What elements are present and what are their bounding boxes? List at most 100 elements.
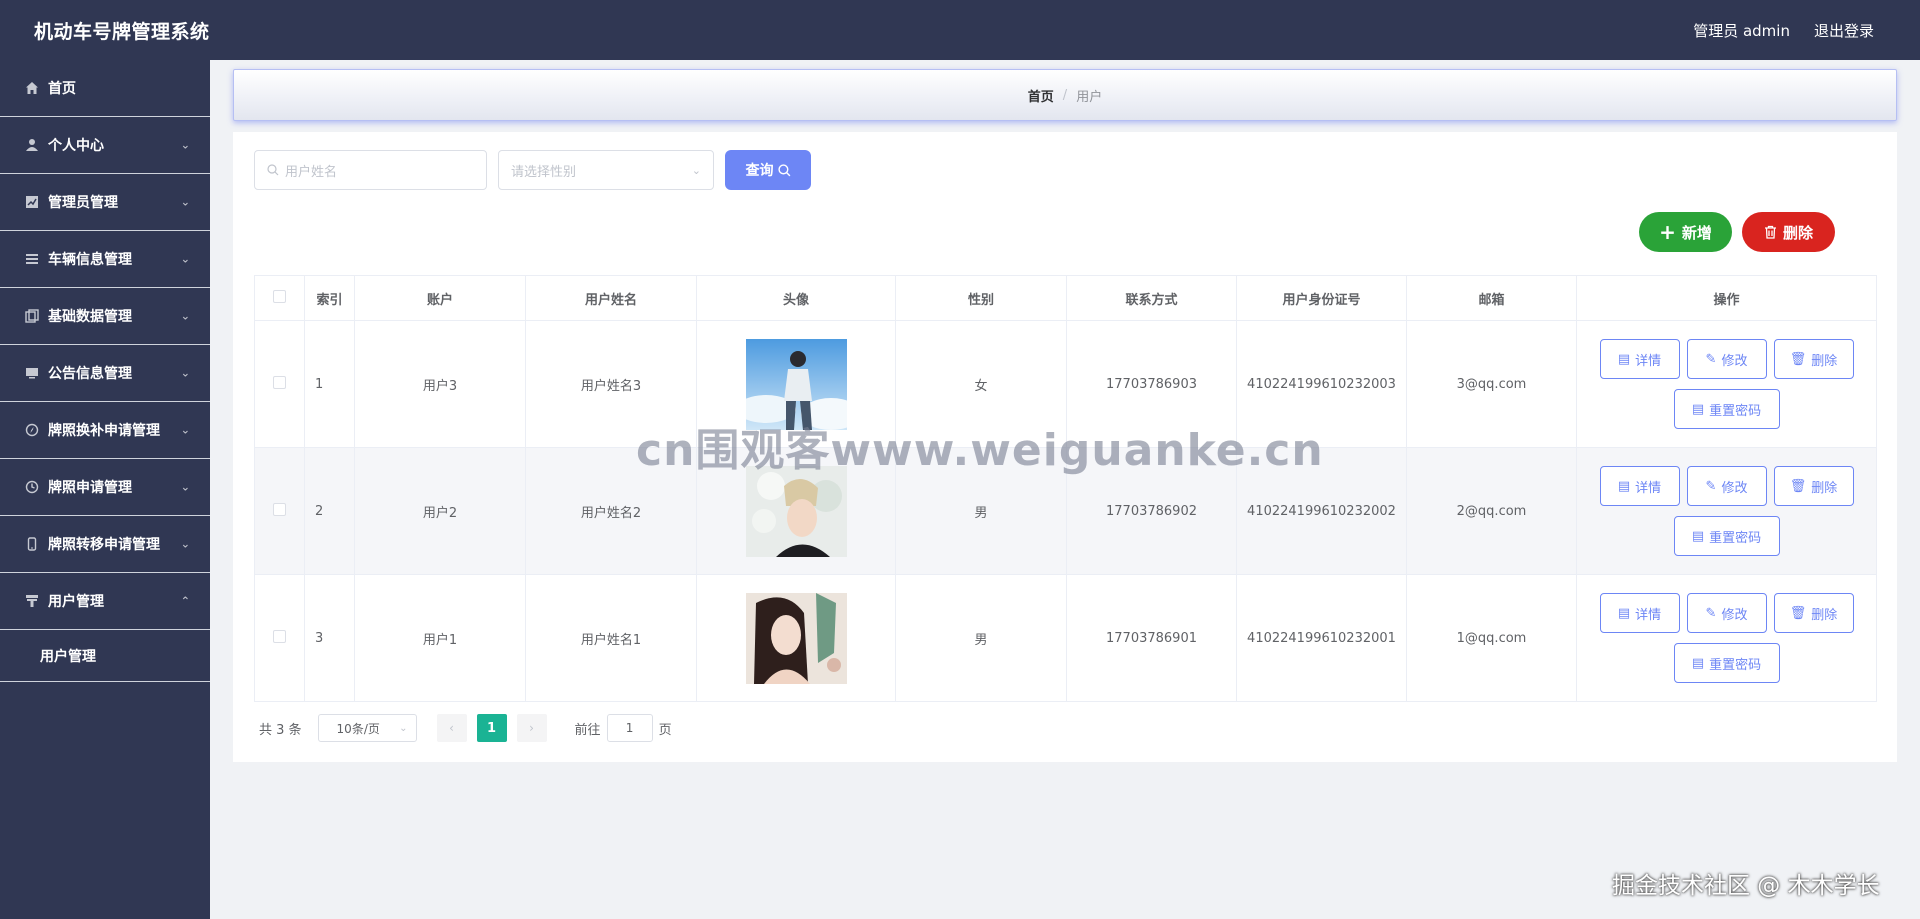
logout-button[interactable]: 退出登录: [1814, 20, 1874, 41]
row-phone: 17703786901: [1066, 574, 1237, 702]
corner-watermark: 掘金技术社区 @ 木木学长: [1612, 873, 1880, 899]
clock-icon: [24, 479, 40, 495]
detail-button[interactable]: ▤ 详情: [1599, 593, 1680, 633]
page-suffix-label: 页: [658, 722, 672, 738]
row-account: 用户2: [354, 447, 526, 575]
top-header: 机动车号牌管理系统 管理员 admin 退出登录: [0, 0, 1920, 60]
column-header: 用户姓名: [525, 275, 697, 321]
header-actions: 管理员 admin 退出登录: [1693, 20, 1874, 41]
reset-label: 重置密码: [1709, 530, 1762, 546]
delete-label: 删除: [1811, 607, 1838, 623]
goto-page-input[interactable]: 1: [606, 714, 653, 742]
next-page-button[interactable]: ›: [516, 714, 547, 742]
avatar[interactable]: [745, 592, 847, 684]
sidebar-item-plate-replace[interactable]: 牌照换补申请管理 ⌄: [0, 402, 210, 459]
reset-password-button[interactable]: ▤ 重置密码: [1673, 516, 1780, 556]
add-button[interactable]: + 新增: [1639, 212, 1732, 252]
chevron-down-icon: ⌄: [180, 309, 190, 323]
row-operations: ▤ 详情 ✎ 修改 🗑 删除 ▤ 重置密码: [1576, 574, 1877, 702]
edit-icon: ✎: [1705, 605, 1717, 621]
document-icon: ▤: [1617, 351, 1631, 367]
detail-button[interactable]: ▤ 详情: [1599, 339, 1680, 379]
page-size-select[interactable]: 10条/页 ⌄: [317, 714, 417, 742]
sidebar-item-users[interactable]: 用户管理 ⌃: [0, 573, 210, 630]
sidebar-item-plate-transfer[interactable]: 牌照转移申请管理 ⌄: [0, 516, 210, 573]
delete-button-label: 删除: [1782, 223, 1813, 242]
sidebar-item-home[interactable]: 首页: [0, 60, 210, 117]
breadcrumb-home[interactable]: 首页: [1028, 86, 1054, 105]
edit-button[interactable]: ✎ 修改: [1686, 339, 1767, 379]
delete-button[interactable]: 🗑 删除: [1773, 466, 1854, 506]
edit-button[interactable]: ✎ 修改: [1686, 593, 1767, 633]
reset-password-button[interactable]: ▤ 重置密码: [1673, 643, 1780, 683]
admin-user-label[interactable]: 管理员 admin: [1693, 20, 1790, 41]
prev-page-button[interactable]: ‹: [436, 714, 467, 742]
row-checkbox[interactable]: [254, 447, 305, 575]
row-account: 用户1: [354, 574, 526, 702]
user-table: 索引 账户 用户姓名 头像 性别 联系方式 用户身份证号 邮箱 操作 1 用户3…: [254, 275, 1877, 702]
document-icon: ▤: [1691, 655, 1705, 671]
page-number-button[interactable]: 1: [476, 714, 507, 742]
select-all-checkbox[interactable]: [254, 275, 305, 321]
chevron-down-icon: ⌄: [399, 722, 408, 734]
edit-icon: ✎: [1705, 478, 1717, 494]
sidebar-subitem-user-management[interactable]: 用户管理: [0, 630, 210, 682]
row-index: 2: [304, 447, 355, 575]
detail-button[interactable]: ▤ 详情: [1599, 466, 1680, 506]
sidebar-item-label: 管理员管理: [48, 195, 118, 211]
table-header-row: 索引 账户 用户姓名 头像 性别 联系方式 用户身份证号 邮箱 操作: [254, 275, 1877, 321]
sidebar-item-label: 牌照换补申请管理: [48, 423, 160, 439]
detail-label: 详情: [1635, 480, 1662, 496]
table-row: 3 用户1 用户姓名1 男 17703786901 41022419961023…: [254, 574, 1877, 702]
row-index: 3: [304, 574, 355, 702]
goto-label: 前往: [574, 722, 601, 738]
column-header: 头像: [696, 275, 896, 321]
delete-label: 删除: [1811, 353, 1838, 369]
batch-delete-button[interactable]: 删除: [1742, 212, 1835, 252]
chevron-right-icon: ›: [529, 721, 534, 735]
sidebar-item-admin[interactable]: 管理员管理 ⌄: [0, 174, 210, 231]
pagination-total: 共 3 条: [259, 722, 302, 738]
phone-icon: [24, 536, 40, 552]
delete-label: 删除: [1811, 480, 1838, 496]
search-icon: [267, 164, 279, 176]
sex-select[interactable]: 请选择性别 ⌄: [498, 150, 714, 190]
trash-icon: 🗑: [1789, 351, 1807, 367]
sidebar-item-label: 牌照申请管理: [48, 480, 132, 496]
home-icon: [24, 80, 40, 96]
pagination: 共 3 条 10条/页 ⌄ ‹ 1 › 前往 1 页: [259, 714, 672, 742]
document-icon: ▤: [1691, 401, 1705, 417]
sidebar-item-notice[interactable]: 公告信息管理 ⌄: [0, 345, 210, 402]
list-icon: [24, 251, 40, 267]
sidebar-item-personal-center[interactable]: 个人中心 ⌄: [0, 117, 210, 174]
compass-icon: [24, 422, 40, 438]
column-header: 账户: [354, 275, 526, 321]
breadcrumb: 首页 / 用户: [233, 69, 1897, 121]
sidebar-item-label: 首页: [48, 81, 76, 97]
search-name-input[interactable]: 用户姓名: [254, 150, 487, 190]
chart-icon: [24, 194, 40, 210]
sidebar-item-plate-apply[interactable]: 牌照申请管理 ⌄: [0, 459, 210, 516]
reset-label: 重置密码: [1709, 403, 1762, 419]
row-email: 2@qq.com: [1406, 447, 1577, 575]
stamp-icon: [24, 593, 40, 609]
detail-label: 详情: [1635, 607, 1662, 623]
avatar[interactable]: [745, 465, 847, 557]
chevron-down-icon: ⌄: [180, 480, 190, 494]
row-index: 1: [304, 320, 355, 448]
sidebar-item-label: 基础数据管理: [48, 309, 132, 325]
search-name-placeholder: 用户姓名: [285, 164, 338, 180]
chevron-left-icon: ‹: [449, 721, 454, 735]
sidebar-item-basic-data[interactable]: 基础数据管理 ⌄: [0, 288, 210, 345]
query-button[interactable]: 查询: [725, 150, 811, 190]
reset-password-button[interactable]: ▤ 重置密码: [1673, 389, 1780, 429]
delete-button[interactable]: 🗑 删除: [1773, 339, 1854, 379]
sidebar-item-label: 公告信息管理: [48, 366, 132, 382]
edit-button[interactable]: ✎ 修改: [1686, 466, 1767, 506]
delete-button[interactable]: 🗑 删除: [1773, 593, 1854, 633]
row-checkbox[interactable]: [254, 574, 305, 702]
sidebar-item-vehicle[interactable]: 车辆信息管理 ⌄: [0, 231, 210, 288]
row-checkbox[interactable]: [254, 320, 305, 448]
reset-label: 重置密码: [1709, 657, 1762, 673]
sidebar-item-label: 用户管理: [48, 594, 104, 610]
